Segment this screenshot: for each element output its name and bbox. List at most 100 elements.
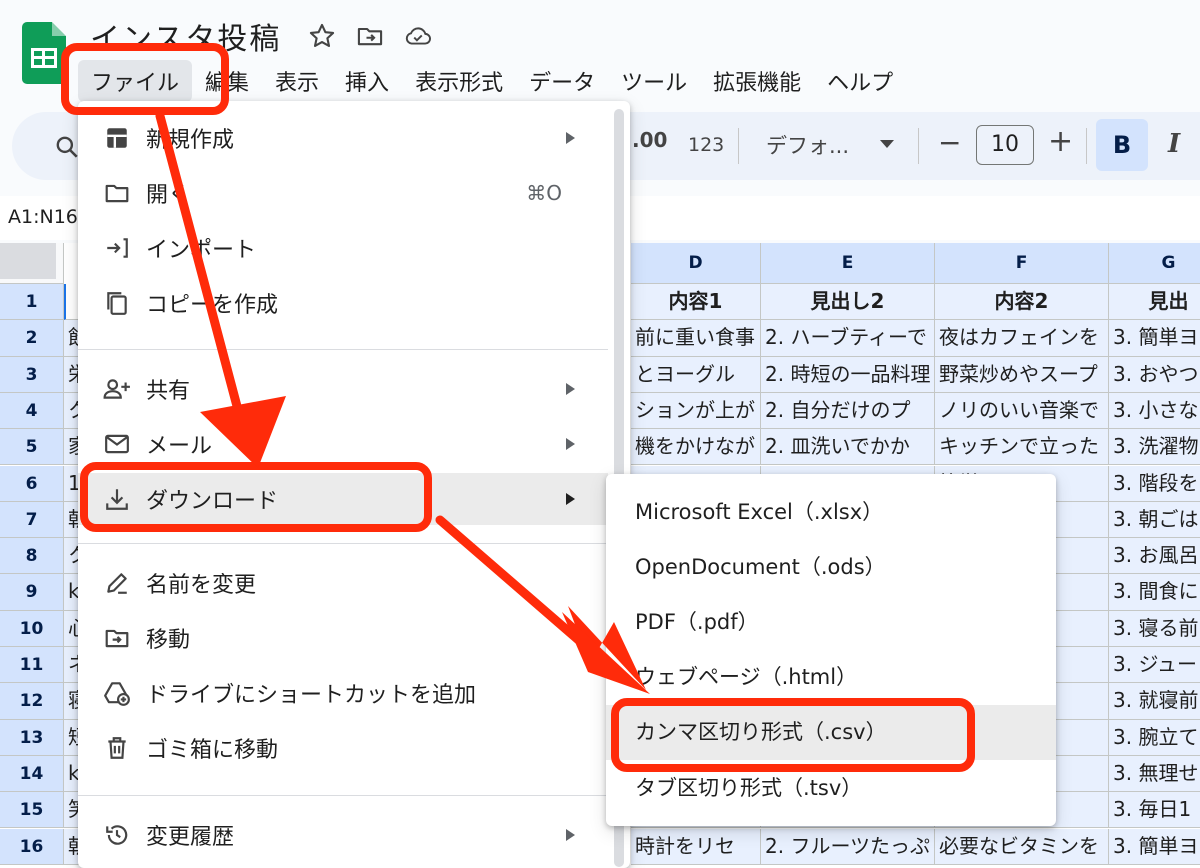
- cell[interactable]: 3. 朝ごは: [1109, 501, 1200, 539]
- cell[interactable]: 内容2: [935, 284, 1109, 321]
- column-header[interactable]: D: [631, 243, 761, 284]
- cell[interactable]: 3. お風呂: [1109, 538, 1200, 575]
- cell[interactable]: ションが上が: [631, 392, 761, 430]
- cell[interactable]: 3. 就寝前: [1109, 683, 1200, 720]
- file-menu-item[interactable]: ドライブにショートカットを追加: [78, 667, 608, 719]
- submenu-arrow-icon: [566, 132, 575, 144]
- row-header[interactable]: 11: [0, 647, 64, 684]
- file-menu-item[interactable]: インポート: [78, 222, 608, 274]
- row-header[interactable]: 3: [0, 356, 64, 393]
- column-header[interactable]: F: [935, 243, 1109, 284]
- cell[interactable]: 必要なビタミンを: [935, 828, 1109, 865]
- download-format-item[interactable]: OpenDocument（.ods）: [606, 540, 1056, 595]
- cell[interactable]: キッチンで立った: [935, 429, 1109, 466]
- menu-divider: [78, 349, 608, 350]
- font-size-input[interactable]: 10: [976, 125, 1034, 165]
- row-header[interactable]: 12: [0, 683, 64, 720]
- move-folder-icon[interactable]: [356, 22, 384, 50]
- menu-help[interactable]: ヘルプ: [814, 60, 906, 102]
- decrease-font-size-button[interactable]: −: [938, 126, 961, 159]
- file-menu-item[interactable]: 開く ⌘O: [78, 167, 608, 219]
- menu-format[interactable]: 表示形式: [402, 60, 516, 102]
- file-menu-item-label: 共有: [146, 379, 191, 404]
- download-format-item[interactable]: PDF（.pdf）: [606, 595, 1056, 650]
- row-header[interactable]: 7: [0, 501, 64, 539]
- cell[interactable]: 3. 階段を: [1109, 465, 1200, 502]
- row-header[interactable]: 13: [0, 719, 64, 756]
- row-header[interactable]: 2: [0, 320, 64, 357]
- font-family-select[interactable]: デフォ...: [766, 130, 849, 160]
- cell[interactable]: 3. 寝る前: [1109, 610, 1200, 647]
- cell[interactable]: 前に重い食事: [631, 320, 761, 357]
- cell[interactable]: 内容1: [631, 284, 761, 321]
- increase-decimal-button[interactable]: .00: [632, 128, 667, 152]
- menu-view[interactable]: 表示: [262, 60, 332, 102]
- chevron-down-icon[interactable]: [880, 140, 894, 148]
- cell[interactable]: 3. 簡単ヨ: [1109, 320, 1200, 357]
- cell[interactable]: 3. おやつ: [1109, 356, 1200, 393]
- file-menu-item[interactable]: 新規作成: [78, 112, 608, 164]
- toolbar-divider: [738, 128, 739, 164]
- cell[interactable]: 3. 小さな: [1109, 392, 1200, 430]
- row-header[interactable]: 1: [0, 284, 64, 321]
- column-header[interactable]: E: [761, 243, 935, 284]
- row-header[interactable]: 15: [0, 792, 64, 829]
- select-all-corner[interactable]: [0, 243, 64, 284]
- row-header[interactable]: 14: [0, 755, 64, 793]
- download-format-item[interactable]: Microsoft Excel（.xlsx）: [606, 485, 1056, 540]
- file-menu-item[interactable]: 変更履歴: [78, 809, 608, 861]
- star-icon[interactable]: [308, 22, 336, 50]
- file-menu-item[interactable]: コピーを作成: [78, 277, 608, 329]
- row-header[interactable]: 9: [0, 574, 64, 611]
- name-box[interactable]: A1:N16: [8, 206, 78, 228]
- cell[interactable]: 2. 自分だけのプ: [761, 392, 935, 430]
- menu-data[interactable]: データ: [516, 60, 608, 102]
- cell[interactable]: 野菜炒めやスープ: [935, 356, 1109, 393]
- cell[interactable]: 3. 毎日1: [1109, 792, 1200, 829]
- row-header[interactable]: 10: [0, 610, 64, 647]
- cell[interactable]: 見出し2: [761, 284, 935, 321]
- column-header[interactable]: G: [1109, 243, 1200, 284]
- cell[interactable]: 2. ハーブティーで: [761, 320, 935, 357]
- cell[interactable]: ノリのいい音楽で: [935, 392, 1109, 430]
- menu-extensions[interactable]: 拡張機能: [700, 60, 814, 102]
- cell[interactable]: 夜はカフェインを: [935, 320, 1109, 357]
- cell[interactable]: 3. 洗濯物: [1109, 429, 1200, 466]
- cell[interactable]: 2. 皿洗いでかか: [761, 429, 935, 466]
- row-header[interactable]: 6: [0, 465, 64, 502]
- number-format-button[interactable]: 123: [688, 134, 724, 156]
- file-menu-item[interactable]: 共有: [78, 363, 608, 415]
- menu-insert[interactable]: 挿入: [332, 60, 402, 102]
- drive-shortcut-icon: [102, 678, 132, 708]
- bold-button[interactable]: B: [1096, 119, 1148, 171]
- sheets-logo-icon[interactable]: [22, 22, 66, 84]
- cell[interactable]: 3. 簡単ヨ: [1109, 828, 1200, 865]
- submenu-arrow-icon: [566, 438, 575, 450]
- cell[interactable]: 3. 腕立て: [1109, 719, 1200, 756]
- file-menu-item-label: 移動: [146, 628, 191, 653]
- cell[interactable]: 機をかけなが: [631, 429, 761, 466]
- menu-tools[interactable]: ツール: [608, 60, 700, 102]
- row-header[interactable]: 4: [0, 392, 64, 430]
- cell[interactable]: 見出: [1109, 284, 1200, 321]
- file-menu-item[interactable]: 名前を変更: [78, 557, 608, 609]
- cell[interactable]: 時計をリセ: [631, 828, 761, 865]
- increase-font-size-button[interactable]: +: [1048, 124, 1073, 159]
- cell[interactable]: 3. 間食に: [1109, 574, 1200, 611]
- cell[interactable]: 3. ジュー: [1109, 647, 1200, 684]
- submenu-arrow-icon: [566, 829, 575, 841]
- download-format-item[interactable]: ウェブページ（.html）: [606, 650, 1056, 705]
- row-header[interactable]: 16: [0, 828, 64, 865]
- submenu-arrow-icon: [566, 383, 575, 395]
- cell[interactable]: 2. フルーツたっぷ: [761, 828, 935, 865]
- italic-button[interactable]: I: [1168, 129, 1180, 159]
- search-menus-icon[interactable]: [54, 134, 80, 164]
- cell[interactable]: とヨーグル: [631, 356, 761, 393]
- cell[interactable]: 3. 無理せ: [1109, 755, 1200, 793]
- file-menu-item[interactable]: ゴミ箱に移動: [78, 722, 608, 774]
- row-header[interactable]: 5: [0, 429, 64, 466]
- cloud-saved-icon[interactable]: [404, 22, 432, 50]
- row-header[interactable]: 8: [0, 538, 64, 575]
- file-menu-item[interactable]: 移動: [78, 612, 608, 664]
- cell[interactable]: 2. 時短の一品料理: [761, 356, 935, 393]
